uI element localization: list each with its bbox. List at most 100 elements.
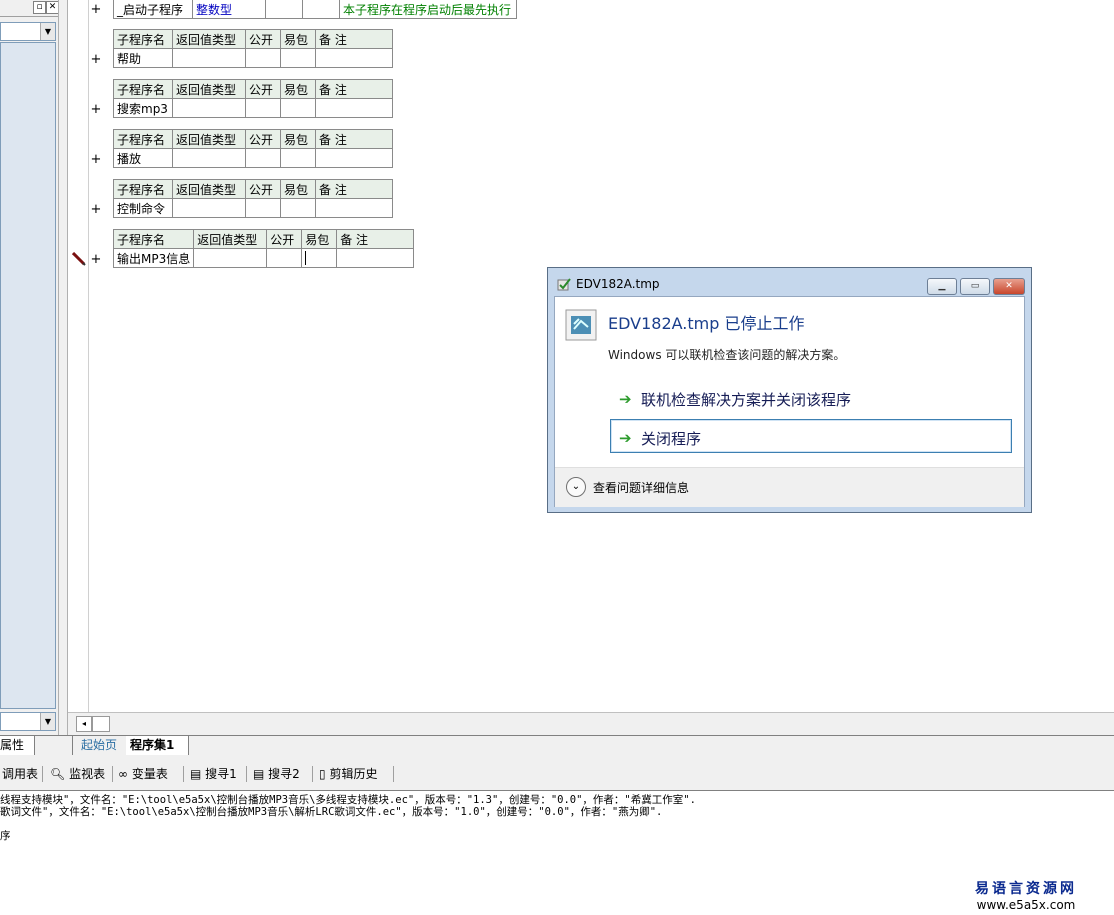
tab-start-page[interactable]: 起始页 [72, 736, 132, 755]
dialog-titlebar[interactable]: EDV182A.tmp ▁ ▭ ✕ [548, 268, 1031, 298]
arrow-right-icon: ➔ [619, 390, 632, 408]
property-list[interactable] [0, 42, 56, 709]
scroll-left-icon[interactable]: ◂ [76, 716, 92, 732]
easy-pkg-cell[interactable] [280, 148, 316, 168]
minimize-button[interactable]: ▁ [927, 278, 957, 295]
col-header: 子程序名 [113, 29, 173, 49]
separator [112, 766, 113, 782]
search-doc-icon: ▤ [190, 767, 202, 781]
separator [42, 766, 43, 782]
col-header: 公开 [245, 79, 281, 99]
easy-pkg-cell[interactable] [280, 48, 316, 68]
close-program-button[interactable]: ➔ 关闭程序 [610, 419, 1012, 453]
clipboard-icon: ▯ [319, 767, 326, 781]
col-header: 易包 [280, 179, 316, 199]
tab-program-set[interactable]: 程序集1 [126, 736, 189, 755]
public-cell[interactable] [266, 248, 303, 268]
chevron-down-icon[interactable]: ⌄ [566, 477, 586, 497]
col-header: 易包 [280, 79, 316, 99]
splitter[interactable] [58, 0, 68, 735]
sub-name-cell[interactable]: 控制命令 [113, 198, 173, 218]
sub-name-cell[interactable]: _启动子程序 [113, 0, 193, 19]
expand-icon[interactable]: + [90, 3, 102, 16]
public-cell[interactable] [245, 48, 281, 68]
separator [246, 766, 247, 782]
sub-name-cell[interactable]: 播放 [113, 148, 173, 168]
sub-name-cell[interactable]: 输出MP3信息 [112, 248, 195, 268]
error-dialog: EDV182A.tmp ▁ ▭ ✕ EDV182A.tmp 已停止工作 Wind… [547, 267, 1032, 513]
easy-pkg-cell[interactable] [301, 248, 338, 268]
dialog-description: Windows 可以联机检查该问题的解决方案。 [608, 348, 846, 362]
expand-icon[interactable]: + [90, 253, 102, 266]
expand-icon[interactable]: + [90, 103, 102, 116]
horizontal-scrollbar[interactable]: ◂ [68, 712, 1114, 736]
search1-button[interactable]: ▤ 搜寻1 [190, 765, 237, 783]
remark-cell[interactable]: 本子程序在程序启动后最先执行 [339, 0, 517, 19]
return-type-cell[interactable] [172, 148, 246, 168]
col-header: 备 注 [315, 79, 393, 99]
col-header: 易包 [301, 229, 338, 249]
col-header: 返回值类型 [172, 179, 246, 199]
expand-icon[interactable]: + [90, 203, 102, 216]
easy-pkg-cell[interactable] [280, 198, 316, 218]
check-online-button[interactable]: ➔ 联机检查解决方案并关闭该程序 [611, 381, 1011, 415]
scrollbar-thumb[interactable] [92, 716, 110, 732]
call-table-button[interactable]: 调用表 [2, 765, 38, 783]
editor-gutter [68, 0, 89, 712]
col-header: 易包 [280, 29, 316, 49]
return-type-cell[interactable] [172, 98, 246, 118]
col-header: 返回值类型 [172, 79, 246, 99]
remark-cell[interactable] [315, 98, 393, 118]
public-cell[interactable] [245, 198, 281, 218]
property-combo[interactable]: ▼ [0, 712, 56, 731]
easy-pkg-cell[interactable] [302, 0, 340, 19]
watermark: 易语言资源网 www.e5a5x.com [946, 878, 1106, 912]
remark-cell[interactable] [336, 248, 415, 268]
chevron-down-icon[interactable]: ▼ [40, 23, 55, 40]
public-cell[interactable] [265, 0, 303, 19]
public-cell[interactable] [245, 98, 281, 118]
sub-name-cell[interactable]: 帮助 [113, 48, 173, 68]
tab-bar: 属性 起始页 程序集1 [0, 735, 1114, 757]
separator [183, 766, 184, 782]
easy-pkg-cell[interactable] [280, 98, 316, 118]
expand-icon[interactable]: + [90, 53, 102, 66]
restore-icon[interactable]: ▫ [33, 1, 46, 14]
subroutine-table: 子程序名 返回值类型 公开 易包 备 注 搜索mp3 [113, 79, 393, 118]
col-header: 公开 [266, 229, 303, 249]
expand-icon[interactable]: + [90, 153, 102, 166]
chevron-down-icon[interactable]: ▼ [40, 713, 55, 730]
text-cursor [305, 251, 307, 266]
close-button[interactable]: ✕ [993, 278, 1025, 295]
return-type-cell[interactable] [172, 48, 246, 68]
separator [393, 766, 394, 782]
return-type-cell[interactable] [193, 248, 268, 268]
subroutine-table: 子程序名 返回值类型 公开 易包 备 注 播放 [113, 129, 393, 168]
clip-history-button[interactable]: ▯ 剪辑历史 [319, 765, 377, 783]
component-combo[interactable]: ▼ [0, 22, 56, 41]
col-header: 返回值类型 [172, 129, 246, 149]
search2-button[interactable]: ▤ 搜寻2 [253, 765, 300, 783]
var-table-button[interactable]: ∞ 变量表 [118, 765, 168, 783]
col-header: 公开 [245, 29, 281, 49]
col-header: 易包 [280, 129, 316, 149]
view-details-link[interactable]: 查看问题详细信息 [593, 479, 689, 496]
search1-label: 搜寻1 [205, 767, 237, 781]
app-icon [557, 278, 571, 291]
sub-name-cell[interactable]: 搜索mp3 [113, 98, 173, 118]
public-cell[interactable] [245, 148, 281, 168]
return-type-cell[interactable]: 整数型 [192, 0, 266, 19]
watch-table-button[interactable]: 🔍︎ 监视表 [50, 765, 105, 783]
search-doc-icon: ▤ [253, 767, 265, 781]
left-panel-titlebar: ▫ ✕ [0, 0, 59, 17]
return-type-cell[interactable] [172, 198, 246, 218]
subroutine-table: 子程序名 返回值类型 公开 易包 备 注 输出MP3信息 [112, 229, 415, 268]
separator [312, 766, 313, 782]
remark-cell[interactable] [315, 148, 393, 168]
remark-cell[interactable] [315, 198, 393, 218]
subroutine-table: 子程序名 返回值类型 公开 易包 备 注 帮助 [113, 29, 393, 68]
remark-cell[interactable] [315, 48, 393, 68]
tab-properties[interactable]: 属性 [0, 736, 35, 755]
col-header: 备 注 [315, 129, 393, 149]
maximize-button[interactable]: ▭ [960, 278, 990, 295]
